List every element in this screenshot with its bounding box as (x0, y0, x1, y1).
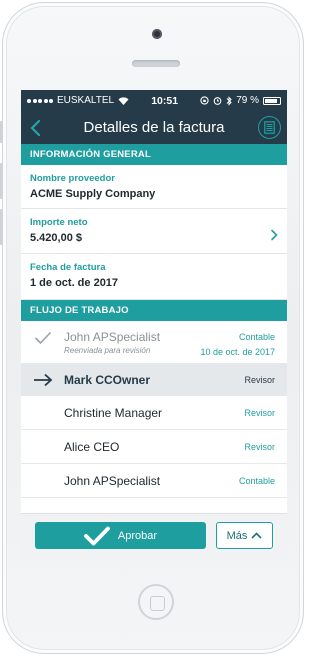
bluetooth-icon (226, 95, 232, 106)
more-button-label: Más (226, 529, 248, 542)
mute-switch (0, 121, 3, 143)
workflow-step: John APSpecialist Contable (21, 464, 287, 498)
workflow-step-name: Mark CCOwner (64, 373, 151, 387)
document-icon[interactable] (258, 116, 281, 139)
front-camera (152, 29, 162, 39)
battery-icon (263, 96, 281, 105)
volume-up-button (0, 163, 3, 199)
workflow-step: John APSpecialist Reenviada para revisió… (21, 321, 287, 364)
more-button[interactable]: Más (216, 522, 273, 549)
battery-percent: 79 % (236, 95, 259, 106)
net-amount-value: 5.420,00 $ (30, 232, 82, 244)
workflow-step: Christine Manager Revisor (21, 396, 287, 430)
document-glyph-icon (264, 121, 275, 134)
carrier-name: EUSKALTEL (57, 95, 115, 106)
workflow-step-date: 10 de oct. de 2017 (200, 347, 275, 357)
invoice-date-field: Fecha de factura 1 de oct. de 2017 (21, 254, 287, 300)
chevron-right-icon (271, 229, 278, 241)
back-chevron-icon[interactable] (29, 118, 43, 138)
workflow-step-status: Reenviada para revisión (64, 346, 151, 355)
status-time: 10:51 (151, 94, 179, 107)
workflow-step-role: Revisor (244, 442, 275, 452)
net-amount-field[interactable]: Importe neto 5.420,00 $ (21, 209, 287, 254)
chevron-up-icon (251, 532, 262, 539)
supplier-name-label: Nombre proveedor (30, 173, 115, 184)
workflow-step-name: John APSpecialist (64, 474, 161, 488)
workflow-step: Alice CEO Revisor (21, 430, 287, 464)
approve-button[interactable]: Aprobar (35, 522, 206, 549)
approve-button-label: Aprobar (117, 529, 158, 542)
lock-rotation-icon (200, 96, 209, 105)
invoice-date-label: Fecha de factura (30, 262, 106, 273)
page-title: Detalles de la factura (83, 119, 225, 136)
workflow-step-role: Contable (238, 476, 275, 486)
workflow-step-current: Mark CCOwner Revisor (21, 364, 287, 396)
action-bar: Aprobar Más (21, 513, 287, 559)
home-button[interactable] (138, 584, 174, 620)
supplier-name-value: ACME Supply Company (30, 188, 156, 200)
navigation-bar: Detalles de la factura (21, 111, 287, 144)
app-screen: EUSKALTEL 10:51 79 % Detalles de la fact… (21, 90, 287, 559)
checkmark-icon (84, 526, 110, 545)
volume-down-button (0, 209, 3, 245)
workflow-step-role: Revisor (244, 408, 275, 418)
checkmark-icon (34, 331, 52, 345)
workflow-header: FLUJO DE TRABAJO (21, 300, 287, 321)
workflow-step-name: John APSpecialist (64, 330, 161, 344)
earpiece-speaker (132, 60, 180, 67)
workflow-step-role: Contable (238, 332, 275, 342)
wifi-icon (118, 96, 129, 105)
status-bar: EUSKALTEL 10:51 79 % (21, 90, 287, 111)
supplier-name-field: Nombre proveedor ACME Supply Company (21, 165, 287, 209)
workflow-step-name: Christine Manager (64, 406, 163, 420)
workflow-step-role: Revisor (244, 375, 275, 385)
alarm-icon (213, 97, 222, 105)
net-amount-label: Importe neto (30, 217, 88, 228)
workflow-step-name: Alice CEO (64, 440, 120, 454)
invoice-date-value: 1 de oct. de 2017 (30, 277, 119, 289)
general-info-header: INFORMACIÓN GENERAL (21, 144, 287, 165)
signal-dots-icon (27, 98, 53, 103)
arrow-right-icon (34, 373, 53, 387)
